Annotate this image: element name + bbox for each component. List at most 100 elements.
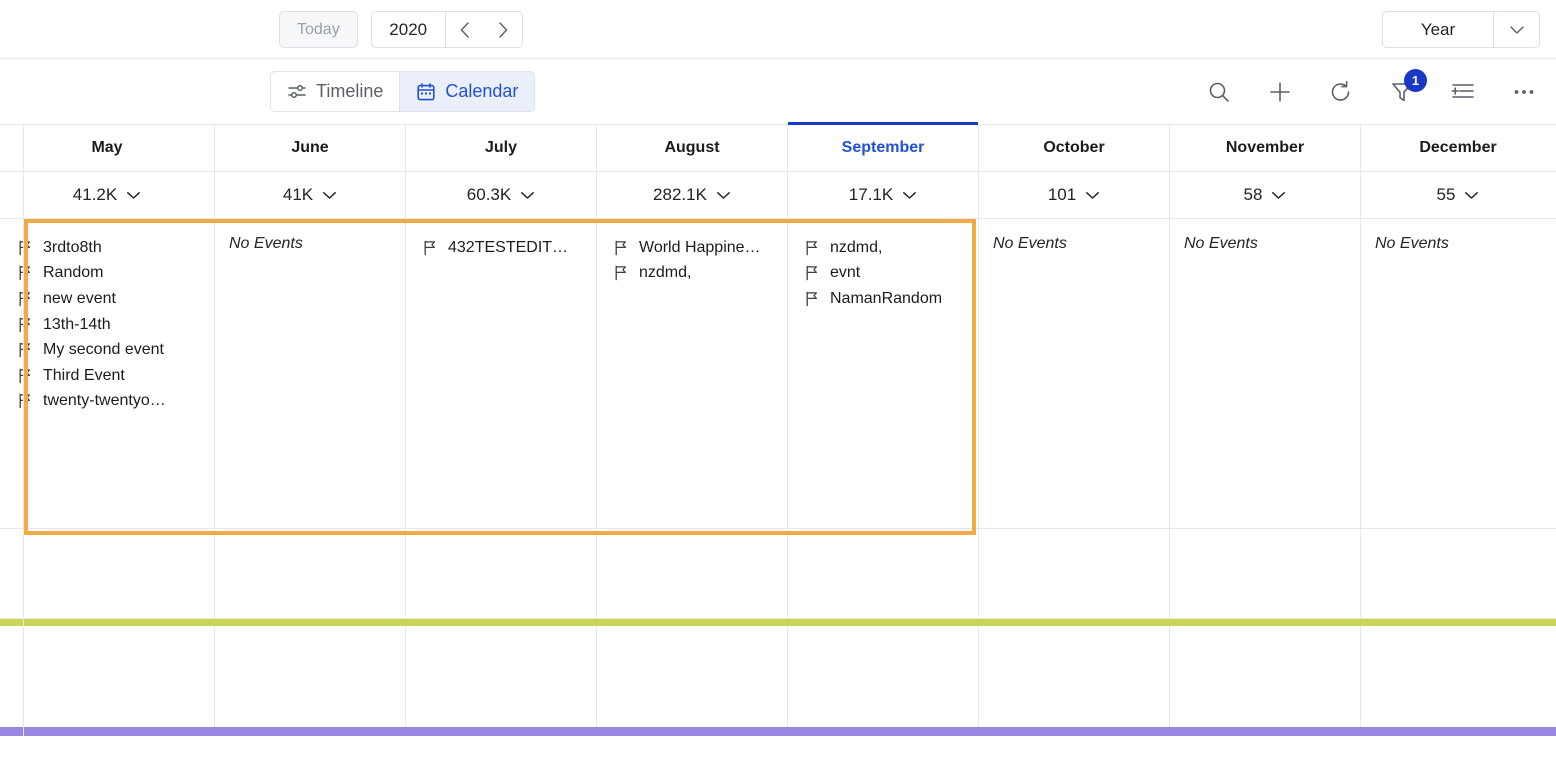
empty-cell[interactable] — [0, 529, 215, 618]
month-events-august[interactable]: World Happine… nzdmd, — [597, 219, 788, 528]
month-summary-caret[interactable] — [716, 185, 731, 205]
year-value[interactable]: 2020 — [372, 12, 446, 47]
empty-cell[interactable] — [1170, 529, 1361, 618]
month-summary-june[interactable]: 41K — [215, 172, 406, 218]
flag-icon — [615, 240, 626, 256]
event-label: Random — [43, 264, 104, 282]
empty-cell[interactable] — [1170, 626, 1361, 727]
today-button[interactable]: Today — [279, 11, 358, 48]
month-summary-value: 17.1K — [848, 185, 894, 204]
tab-calendar[interactable]: Calendar — [399, 72, 535, 111]
month-summary-caret[interactable] — [322, 185, 337, 205]
month-summary-october[interactable]: 101 — [979, 172, 1170, 218]
month-header-may[interactable]: May — [0, 125, 215, 171]
empty-cell[interactable] — [1361, 529, 1555, 618]
month-summary-caret[interactable] — [902, 185, 917, 205]
empty-cell[interactable] — [979, 529, 1170, 618]
month-summary-august[interactable]: 282.1K — [597, 172, 788, 218]
month-header-october[interactable]: October — [979, 125, 1170, 171]
empty-cell[interactable] — [597, 626, 788, 727]
empty-cell[interactable] — [597, 529, 788, 618]
period-range-select[interactable]: Year — [1382, 11, 1540, 48]
empty-cell[interactable] — [215, 529, 406, 618]
month-summary-november[interactable]: 58 — [1170, 172, 1361, 218]
empty-cell[interactable] — [406, 626, 597, 727]
month-events-may[interactable]: 3rdto8th Random new event 13th-14th My secon… — [0, 219, 215, 528]
period-range-caret[interactable] — [1494, 12, 1539, 47]
month-summary-value: 101 — [1047, 185, 1077, 204]
month-events-december[interactable]: No Events — [1361, 219, 1555, 528]
month-events-june[interactable]: No Events — [215, 219, 406, 528]
more-options-button[interactable] — [1510, 78, 1538, 106]
empty-cell[interactable] — [0, 626, 215, 727]
event-item[interactable]: Third Event — [0, 363, 214, 389]
month-summary-caret[interactable] — [1085, 185, 1100, 205]
flag-icon — [19, 291, 30, 307]
chevron-down-icon — [1465, 192, 1479, 199]
month-events-row: 3rdto8th Random new event 13th-14th My secon… — [0, 219, 1556, 529]
month-header-label: May — [91, 139, 123, 156]
month-header-label: September — [841, 139, 925, 156]
event-item[interactable]: 13th-14th — [0, 312, 214, 338]
purple-band — [0, 727, 1556, 736]
event-item[interactable]: 432TESTEDIT… — [406, 235, 596, 261]
empty-cell[interactable] — [215, 626, 406, 727]
month-summary-december[interactable]: 55 — [1361, 172, 1555, 218]
flag-icon — [806, 291, 817, 307]
empty-cell[interactable] — [788, 626, 979, 727]
event-item[interactable]: twenty-twentyo… — [0, 389, 214, 415]
filter-button[interactable]: 1 — [1388, 69, 1427, 106]
previous-year-button[interactable] — [446, 12, 484, 47]
month-summary-caret[interactable] — [520, 185, 535, 205]
add-button[interactable] — [1266, 78, 1294, 106]
month-events-november[interactable]: No Events — [1170, 219, 1361, 528]
month-header-august[interactable]: August — [597, 125, 788, 171]
event-item[interactable]: NamanRandom — [788, 286, 978, 312]
filter-count-badge: 1 — [1404, 69, 1427, 92]
event-item[interactable]: nzdmd, — [788, 235, 978, 261]
event-item[interactable]: nzdmd, — [597, 261, 787, 287]
event-label: Third Event — [43, 366, 125, 384]
no-events-label: No Events — [1375, 235, 1449, 252]
event-item[interactable]: 3rdto8th — [0, 235, 214, 261]
month-header-december[interactable]: December — [1361, 125, 1555, 171]
refresh-button[interactable] — [1327, 78, 1355, 106]
month-events-july[interactable]: 432TESTEDIT… — [406, 219, 597, 528]
empty-cell[interactable] — [979, 626, 1170, 727]
event-item[interactable]: evnt — [788, 261, 978, 287]
month-summary-caret[interactable] — [1271, 185, 1286, 205]
month-summary-caret[interactable] — [1464, 185, 1479, 205]
event-item[interactable]: My second event — [0, 337, 214, 363]
month-events-october[interactable]: No Events — [979, 219, 1170, 528]
empty-cell[interactable] — [406, 529, 597, 618]
tab-timeline[interactable]: Timeline — [271, 72, 399, 111]
plus-icon — [1270, 82, 1290, 102]
event-label: 13th-14th — [43, 315, 111, 333]
row-height-button[interactable] — [1449, 78, 1477, 106]
event-item[interactable]: World Happine… — [597, 235, 787, 261]
event-label: nzdmd, — [830, 238, 883, 256]
month-summary-value: 58 — [1243, 185, 1263, 204]
empty-cell[interactable] — [788, 529, 979, 618]
month-header-november[interactable]: November — [1170, 125, 1361, 171]
month-summary-july[interactable]: 60.3K — [406, 172, 597, 218]
month-summary-caret[interactable] — [126, 185, 141, 205]
chevron-down-icon — [903, 192, 917, 199]
more-options-icon — [1514, 90, 1534, 94]
month-header-september[interactable]: September — [788, 122, 979, 171]
month-summary-september[interactable]: 17.1K — [788, 172, 979, 218]
month-summary-value: 60.3K — [466, 185, 512, 204]
month-header-label: October — [1043, 139, 1105, 156]
year-stepper: 2020 — [370, 11, 523, 48]
event-item[interactable]: Random — [0, 261, 214, 287]
next-year-button[interactable] — [484, 12, 522, 47]
month-header-july[interactable]: July — [406, 125, 597, 171]
month-summary-may[interactable]: 41.2K — [0, 172, 215, 218]
month-header-june[interactable]: June — [215, 125, 406, 171]
empty-cell[interactable] — [1361, 626, 1555, 727]
flag-icon — [19, 240, 30, 256]
search-button[interactable] — [1205, 78, 1233, 106]
flag-icon — [424, 240, 435, 256]
month-events-september[interactable]: nzdmd, evnt NamanRandom — [788, 219, 979, 528]
event-item[interactable]: new event — [0, 286, 214, 312]
